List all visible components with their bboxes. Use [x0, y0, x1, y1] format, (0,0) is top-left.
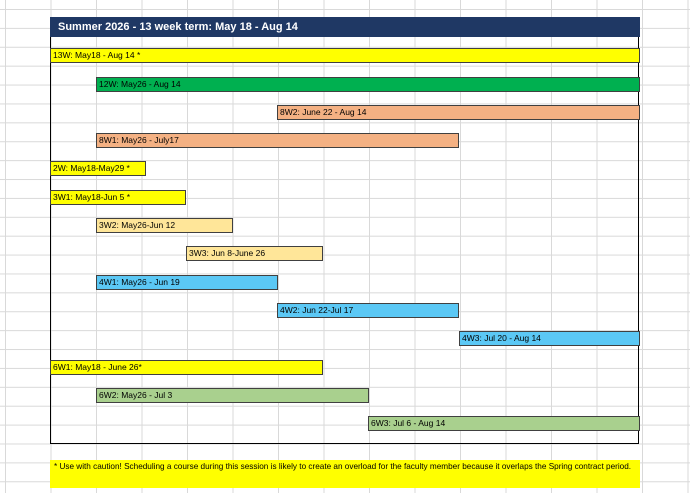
term-header: Summer 2026 - 13 week term: May 18 - Aug…	[50, 17, 640, 37]
session-bar-8w1[interactable]: 8W1: May26 - July17	[96, 133, 459, 148]
session-bar-4w1[interactable]: 4W1: May26 - Jun 19	[96, 275, 278, 290]
session-bar-4w2[interactable]: 4W2: Jun 22-Jul 17	[277, 303, 459, 318]
session-bar-8w2[interactable]: 8W2: June 22 - Aug 14	[277, 105, 640, 120]
session-bar-3w3[interactable]: 3W3: Jun 8-June 26	[186, 246, 323, 261]
session-bar-6w1[interactable]: 6W1: May18 - June 26*	[50, 360, 323, 375]
session-bar-6w2[interactable]: 6W2: May26 - Jul 3	[96, 388, 369, 403]
session-bar-4w3[interactable]: 4W3: Jul 20 - Aug 14	[459, 331, 640, 346]
session-bar-2w[interactable]: 2W: May18-May29 *	[50, 161, 146, 176]
session-bar-13w[interactable]: 13W: May18 - Aug 14 *	[50, 48, 640, 63]
session-bar-3w1[interactable]: 3W1: May18-Jun 5 *	[50, 190, 186, 205]
session-bar-6w3[interactable]: 6W3: Jul 6 - Aug 14	[368, 416, 640, 431]
session-bar-12w[interactable]: 12W: May26 - Aug 14	[96, 77, 640, 92]
caution-note: * Use with caution! Scheduling a course …	[50, 460, 640, 488]
session-bar-3w2[interactable]: 3W2: May26-Jun 12	[96, 218, 233, 233]
